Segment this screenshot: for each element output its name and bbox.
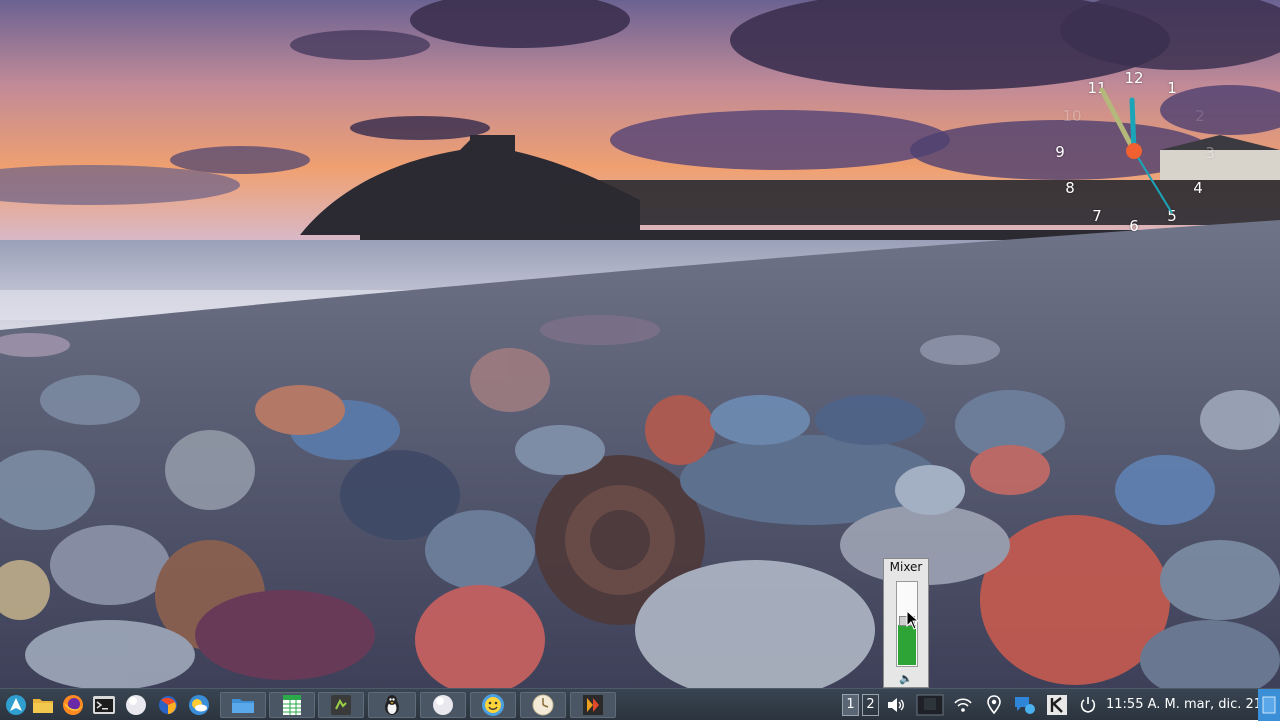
window-button-app-dark[interactable] xyxy=(318,692,364,718)
mouse-cursor-icon xyxy=(906,610,920,630)
blank-app-launcher[interactable] xyxy=(123,692,149,718)
mixer-title: Mixer xyxy=(889,560,923,574)
window-button-files[interactable] xyxy=(220,692,266,718)
show-desktop-button[interactable] xyxy=(1258,689,1280,721)
clock-center xyxy=(1126,143,1142,159)
folder-icon xyxy=(33,699,53,713)
weather-launcher[interactable] xyxy=(186,692,212,718)
window-button-mascot[interactable] xyxy=(368,692,416,718)
penguin-icon xyxy=(385,695,399,715)
arch-logo-icon xyxy=(6,695,26,715)
browser-icon xyxy=(159,696,177,714)
taskbar: 1 2 11:55 A. M. mar, dic. 21 xyxy=(0,688,1280,721)
k-tray-button[interactable] xyxy=(1046,692,1068,718)
location-tray-button[interactable] xyxy=(983,692,1005,718)
dark-app-icon xyxy=(331,695,351,715)
location-icon xyxy=(987,695,1001,715)
wifi-icon xyxy=(954,698,972,712)
white-circle-icon xyxy=(433,695,453,715)
weather-icon xyxy=(189,695,209,715)
window-button-media[interactable] xyxy=(570,692,616,718)
power-icon xyxy=(1080,697,1096,713)
browser-launcher[interactable] xyxy=(155,692,181,718)
app-menu-button[interactable] xyxy=(4,692,28,718)
window-button-spreadsheet[interactable] xyxy=(269,692,315,718)
file-manager-launcher[interactable] xyxy=(31,692,55,718)
spreadsheet-icon xyxy=(283,695,301,715)
display-tray-button[interactable] xyxy=(914,692,946,718)
workspace-2-button[interactable]: 2 xyxy=(862,694,879,716)
volume-icon xyxy=(888,698,904,712)
media-icon xyxy=(583,695,603,715)
taskbar-clock[interactable]: 11:55 A. M. mar, dic. 21 xyxy=(1106,689,1262,721)
window-button-clock-app[interactable] xyxy=(520,692,566,718)
terminal-launcher[interactable] xyxy=(91,692,117,718)
second-hand xyxy=(1133,150,1173,214)
analog-clock-widget: 12 1 2 3 4 5 6 7 8 9 10 11 xyxy=(1040,60,1230,250)
window-button-smiley[interactable] xyxy=(470,692,516,718)
desktop-wallpaper: 12 1 2 3 4 5 6 7 8 9 10 11 xyxy=(0,0,1280,688)
display-icon xyxy=(916,694,944,716)
wifi-tray-button[interactable] xyxy=(952,692,974,718)
firefox-icon xyxy=(63,695,83,715)
workspace-1-button[interactable]: 1 xyxy=(842,694,859,716)
volume-level-fill xyxy=(898,624,916,665)
chat-icon xyxy=(1015,697,1035,714)
firefox-launcher[interactable] xyxy=(60,692,86,718)
power-tray-button[interactable] xyxy=(1077,692,1099,718)
white-circle-icon xyxy=(126,695,146,715)
speaker-icon: 🔈 xyxy=(899,672,913,685)
volume-tray-button[interactable] xyxy=(885,692,907,718)
chat-tray-button[interactable] xyxy=(1012,692,1038,718)
clock-hands xyxy=(1099,87,1173,214)
clock-icon xyxy=(532,694,554,716)
terminal-icon xyxy=(93,696,115,714)
k-icon xyxy=(1047,695,1067,715)
show-desktop-icon xyxy=(1262,696,1276,714)
smiley-icon xyxy=(482,694,504,716)
window-button-circle-app[interactable] xyxy=(420,692,466,718)
hour-hand xyxy=(1099,87,1137,154)
folder-icon xyxy=(232,699,254,713)
